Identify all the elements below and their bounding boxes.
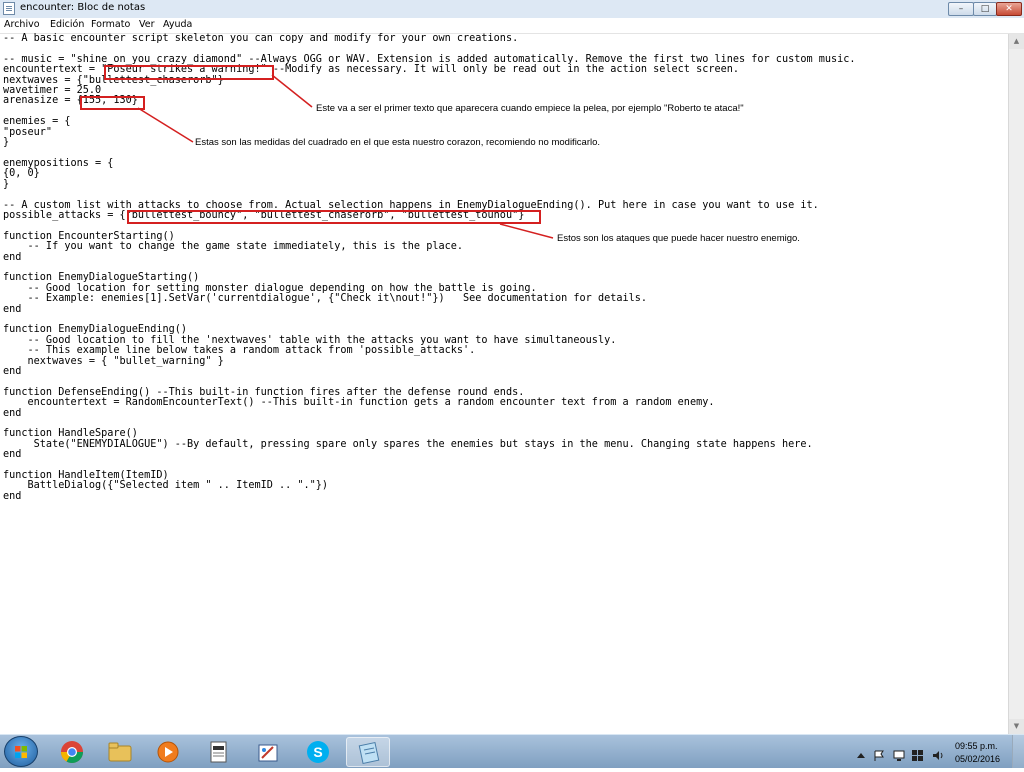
maximize-button[interactable]: □ <box>973 2 997 16</box>
volume-icon[interactable] <box>932 746 944 760</box>
annotation-attacks: Estos son los ataques que puede hacer nu… <box>557 233 800 244</box>
media-player-icon[interactable] <box>146 737 190 767</box>
menu-archivo[interactable]: Archivo <box>4 19 40 30</box>
windows-tray-icon[interactable] <box>912 746 924 761</box>
notepad-app-icon <box>3 2 15 15</box>
scroll-up-arrow-icon[interactable]: ▲ <box>1009 34 1024 49</box>
close-button[interactable]: ✕ <box>996 2 1022 16</box>
notepad-icon[interactable] <box>346 737 390 767</box>
network-icon[interactable] <box>893 746 905 761</box>
clock-time[interactable]: 09:55 p.m. <box>955 741 998 751</box>
minimize-button[interactable]: – <box>948 2 974 16</box>
start-button[interactable] <box>4 736 38 767</box>
encountertext-highlight <box>104 65 274 80</box>
menu-edicion[interactable]: Edición <box>50 19 84 30</box>
title-bar: encounter: Bloc de notas – □ ✕ <box>0 0 1024 19</box>
paint-icon[interactable] <box>246 737 290 767</box>
action-center-flag-icon[interactable] <box>873 746 885 761</box>
vertical-scrollbar[interactable]: ▲ ▼ <box>1008 34 1024 734</box>
window-title: encounter: Bloc de notas <box>20 2 146 13</box>
notepad-document-icon[interactable] <box>196 737 240 767</box>
clock-date[interactable]: 05/02/2016 <box>955 754 1000 764</box>
file-explorer-icon[interactable] <box>98 737 142 767</box>
arenasize-highlight <box>80 96 145 110</box>
menu-formato[interactable]: Formato <box>91 19 130 30</box>
skype-icon[interactable]: S <box>296 737 340 767</box>
annotation-arenasize: Estas son las medidas del cuadrado en el… <box>195 137 601 148</box>
menu-ver[interactable]: Ver <box>139 19 155 30</box>
annotation-encountertext: Este va a ser el primer texto que aparec… <box>316 103 744 114</box>
windows-logo-icon <box>15 746 27 758</box>
show-hidden-icons-icon[interactable] <box>855 746 867 758</box>
possible-attacks-highlight <box>127 210 541 224</box>
show-desktop-button[interactable] <box>1012 735 1024 768</box>
menu-bar: Archivo Edición Formato Ver Ayuda <box>0 18 1024 34</box>
chrome-icon[interactable] <box>50 737 94 767</box>
menu-ayuda[interactable]: Ayuda <box>163 19 192 30</box>
scroll-down-arrow-icon[interactable]: ▼ <box>1009 719 1024 734</box>
taskbar: S 09:55 p.m. 05/02/2016 <box>0 734 1024 768</box>
svg-text:S: S <box>313 744 322 760</box>
